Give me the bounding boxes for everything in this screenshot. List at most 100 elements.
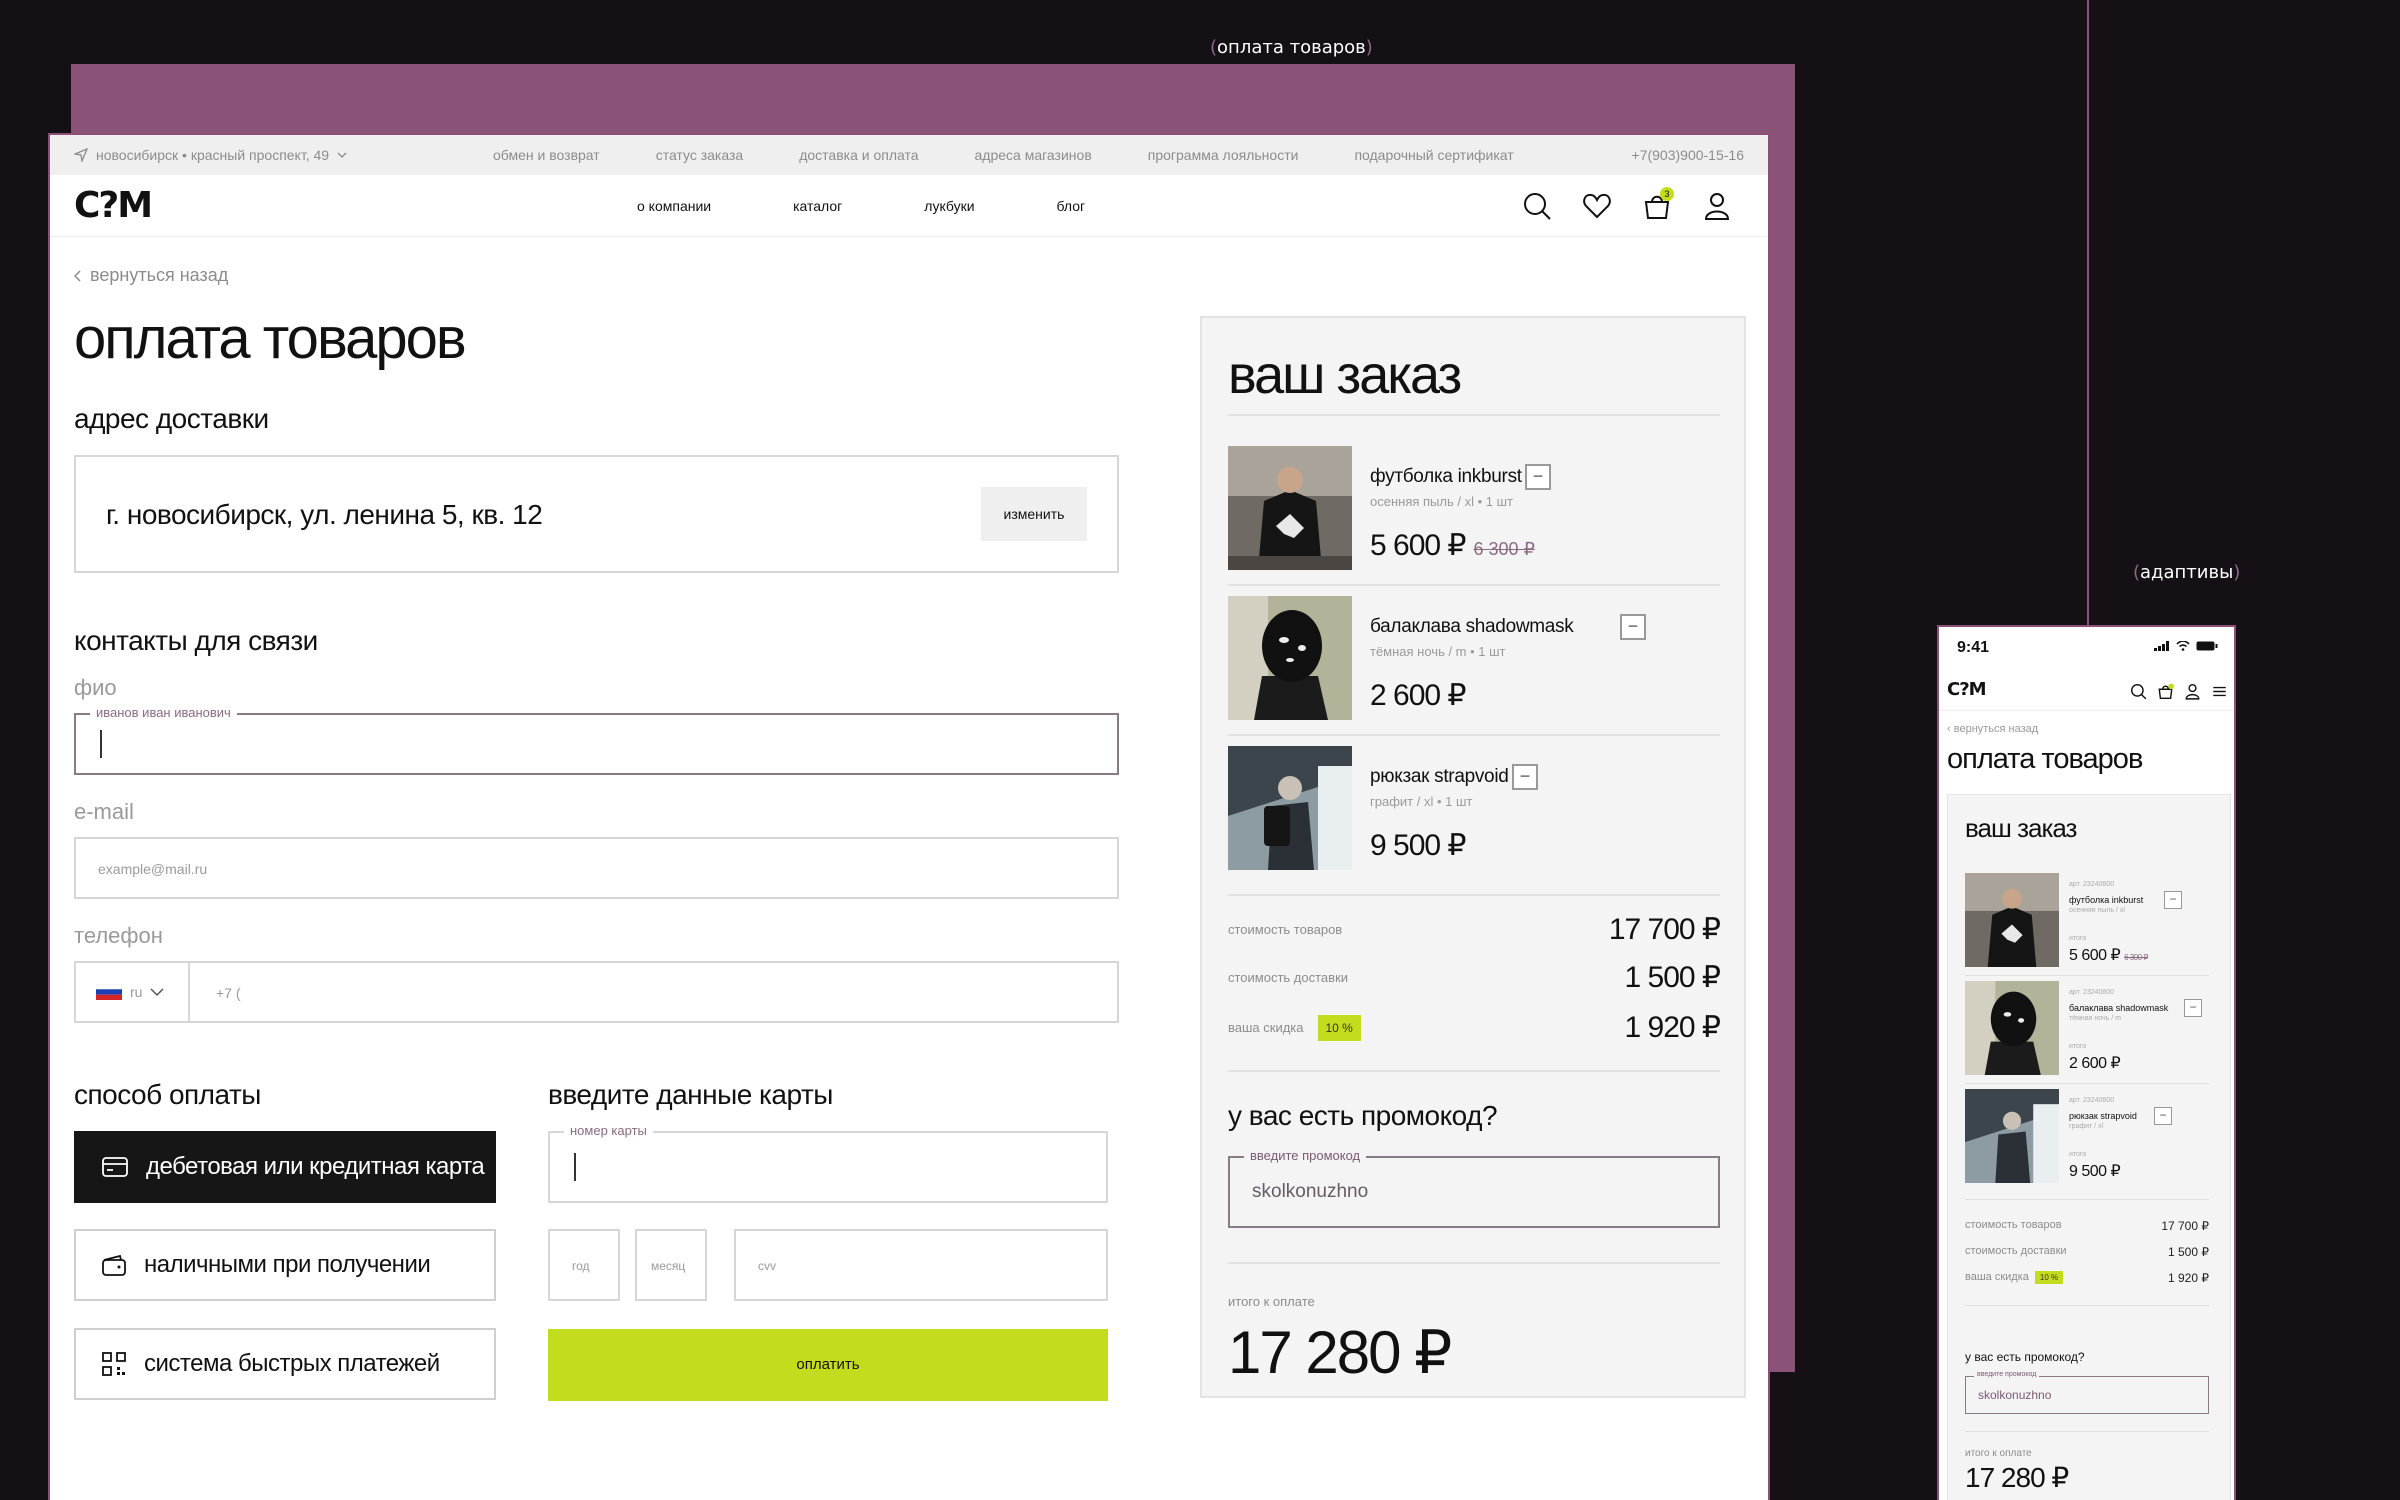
- user-icon[interactable]: [1702, 191, 1732, 221]
- order-item-name: футболка inkburst: [1370, 466, 1522, 487]
- address-value: г. новосибирск, ул. ленина 5, кв. 12: [106, 499, 543, 530]
- top-link-exchange[interactable]: обмен и возврат: [493, 147, 600, 163]
- card-year-field[interactable]: год: [548, 1229, 620, 1301]
- email-field[interactable]: example@mail.ru: [74, 837, 1119, 899]
- mobile-frame: 9:41 C?M ‹ вернуться назад оплата товаро…: [1937, 625, 2236, 1500]
- order-item-meta: графит / xl • 1 шт: [1370, 794, 1473, 809]
- top-link-loyalty[interactable]: программа лояльности: [1148, 147, 1299, 163]
- phone-placeholder[interactable]: +7 (: [216, 985, 241, 1001]
- mobile-back-label: вернуться назад: [1953, 723, 2039, 735]
- goods-cost-value: 17 700 ₽: [1608, 913, 1721, 946]
- country-selector[interactable]: ru: [76, 963, 190, 1021]
- price-current: 2 600 ₽: [1370, 679, 1466, 712]
- mobile-item-meta: тёмная ночь / m: [2069, 1015, 2121, 1022]
- total-value: 17 280 ₽: [1228, 1319, 1452, 1386]
- mobile-item-meta: осенняя пыль / xl: [2069, 907, 2125, 914]
- mobile-discount-row: ваша скидка 10 % 1 920 ₽: [1965, 1271, 2209, 1285]
- divider: [1228, 894, 1720, 896]
- nav-link-lookbooks[interactable]: лукбуки: [924, 198, 974, 214]
- nav-link-about[interactable]: о компании: [637, 198, 711, 214]
- card-data-heading: введите данные карты: [548, 1079, 833, 1110]
- product-image-balaclava: [1228, 596, 1352, 720]
- logo[interactable]: C?M: [74, 185, 153, 226]
- mobile-logo[interactable]: C?M: [1947, 679, 1987, 700]
- payment-card-label: дебетовая или кредитная карта: [146, 1153, 485, 1180]
- nav-link-catalog[interactable]: каталог: [793, 198, 842, 214]
- mobile-back-link[interactable]: ‹ вернуться назад: [1947, 723, 2038, 735]
- bag-icon[interactable]: [2157, 683, 2174, 700]
- mobile-item-price: 5 600 ₽6 300 ₽: [2069, 945, 2149, 965]
- payment-card-button[interactable]: дебетовая или кредитная карта: [74, 1131, 496, 1203]
- top-link-delivery[interactable]: доставка и оплата: [799, 147, 918, 163]
- phone-number[interactable]: +7(903)900-15-16: [1632, 147, 1744, 163]
- order-item-price: 5 600 ₽ 6 300 ₽: [1370, 528, 1535, 563]
- heart-icon[interactable]: [1582, 191, 1612, 221]
- mobile-item-meta: графит / xl: [2069, 1123, 2104, 1130]
- promo-value: skolkonuzhno: [1252, 1181, 1369, 1202]
- remove-item-button[interactable]: −: [1620, 614, 1646, 640]
- delivery-cost-row: стоимость доставки 1 500 ₽: [1228, 960, 1721, 995]
- email-label: e-mail: [74, 799, 134, 824]
- order-item-price: 2 600 ₽: [1370, 678, 1474, 713]
- pay-button[interactable]: оплатить: [548, 1329, 1108, 1401]
- search-icon[interactable]: [2130, 683, 2147, 700]
- mobile-delivery-cost-row: стоимость доставки 1 500 ₽: [1965, 1245, 2209, 1259]
- mobile-nav-icons: [2130, 683, 2228, 700]
- mobile-item-price: 2 600 ₽: [2069, 1053, 2124, 1073]
- text-caret: [574, 1153, 576, 1181]
- divider: [1965, 1199, 2209, 1200]
- card-cvv-field[interactable]: cvv: [734, 1229, 1108, 1301]
- top-bar: новосибирск • красный проспект, 49 обмен…: [50, 135, 1768, 175]
- qr-code-icon: [102, 1352, 126, 1376]
- order-item-meta: тёмная ночь / m • 1 шт: [1370, 644, 1506, 659]
- russia-flag-icon: [96, 984, 122, 1000]
- mobile-promo-field[interactable]: введите промокод skolkonuzhno: [1965, 1371, 2209, 1414]
- goods-cost-value: 17 700 ₽: [2161, 1219, 2209, 1233]
- back-link[interactable]: вернуться назад: [74, 265, 228, 286]
- payment-heading: способ оплаты: [74, 1079, 261, 1110]
- card-number-field[interactable]: номер карты: [548, 1123, 1108, 1203]
- card-month-field[interactable]: месяц: [635, 1229, 707, 1301]
- delivery-cost-label: стоимость доставки: [1228, 970, 1349, 985]
- remove-item-button[interactable]: −: [2154, 1107, 2172, 1125]
- main-nav: C?M о компании каталог лукбуки блог 3: [50, 175, 1768, 237]
- top-link-order-status[interactable]: статус заказа: [656, 147, 744, 163]
- remove-item-button[interactable]: −: [2184, 999, 2202, 1017]
- payment-sbp-button[interactable]: система быстрых платежей: [74, 1328, 496, 1400]
- fio-legend: иванов иван иванович: [90, 705, 237, 720]
- discount-badge: 10 %: [1317, 1014, 1361, 1041]
- discount-value: 1 920 ₽: [1624, 1011, 1721, 1044]
- goods-cost-row: стоимость товаров 17 700 ₽: [1228, 912, 1721, 947]
- cart-button[interactable]: 3: [1642, 186, 1674, 221]
- mobile-order-summary: ваш заказ арт. 23240800 футболка inkburs…: [1947, 794, 2231, 1500]
- discount-label-group: ваша скидка 10 %: [1228, 1014, 1361, 1041]
- payment-cash-button[interactable]: наличными при получении: [74, 1229, 496, 1301]
- nav-link-blog[interactable]: блог: [1057, 198, 1086, 214]
- remove-item-button[interactable]: −: [1525, 464, 1551, 490]
- top-link-gift-card[interactable]: подарочный сертификат: [1354, 147, 1513, 163]
- section-label-adaptive: (адаптивы): [2133, 562, 2241, 583]
- fio-label: фио: [74, 675, 117, 700]
- delivery-cost-value: 1 500 ₽: [2168, 1245, 2209, 1259]
- nav-icons: 3: [1522, 186, 1732, 221]
- product-image-backpack: [1228, 746, 1352, 870]
- remove-item-button[interactable]: −: [1512, 764, 1538, 790]
- mobile-order-title: ваш заказ: [1965, 813, 2077, 843]
- discount-value: 1 920 ₽: [2168, 1271, 2209, 1285]
- address-box: г. новосибирск, ул. ленина 5, кв. 12 изм…: [74, 455, 1119, 573]
- remove-item-button[interactable]: −: [2164, 891, 2182, 909]
- chevron-left-icon: [74, 269, 81, 282]
- mobile-page-title: оплата товаров: [1947, 743, 2143, 775]
- price-old: 6 300 ₽: [1473, 539, 1536, 559]
- order-item-name: рюкзак strapvoid: [1370, 766, 1509, 787]
- promo-code-field[interactable]: введите промокод skolkonuzhno: [1228, 1148, 1720, 1228]
- promo-legend: введите промокод: [1974, 1371, 2040, 1378]
- mobile-item-price: 9 500 ₽: [2069, 1161, 2124, 1181]
- search-icon[interactable]: [1522, 191, 1552, 221]
- fio-field[interactable]: иванов иван иванович: [74, 705, 1119, 775]
- top-link-stores[interactable]: адреса магазинов: [975, 147, 1092, 163]
- menu-icon[interactable]: [2211, 683, 2228, 700]
- change-address-button[interactable]: изменить: [981, 487, 1087, 541]
- location-selector[interactable]: новосибирск • красный проспект, 49: [74, 147, 347, 163]
- user-icon[interactable]: [2184, 683, 2201, 700]
